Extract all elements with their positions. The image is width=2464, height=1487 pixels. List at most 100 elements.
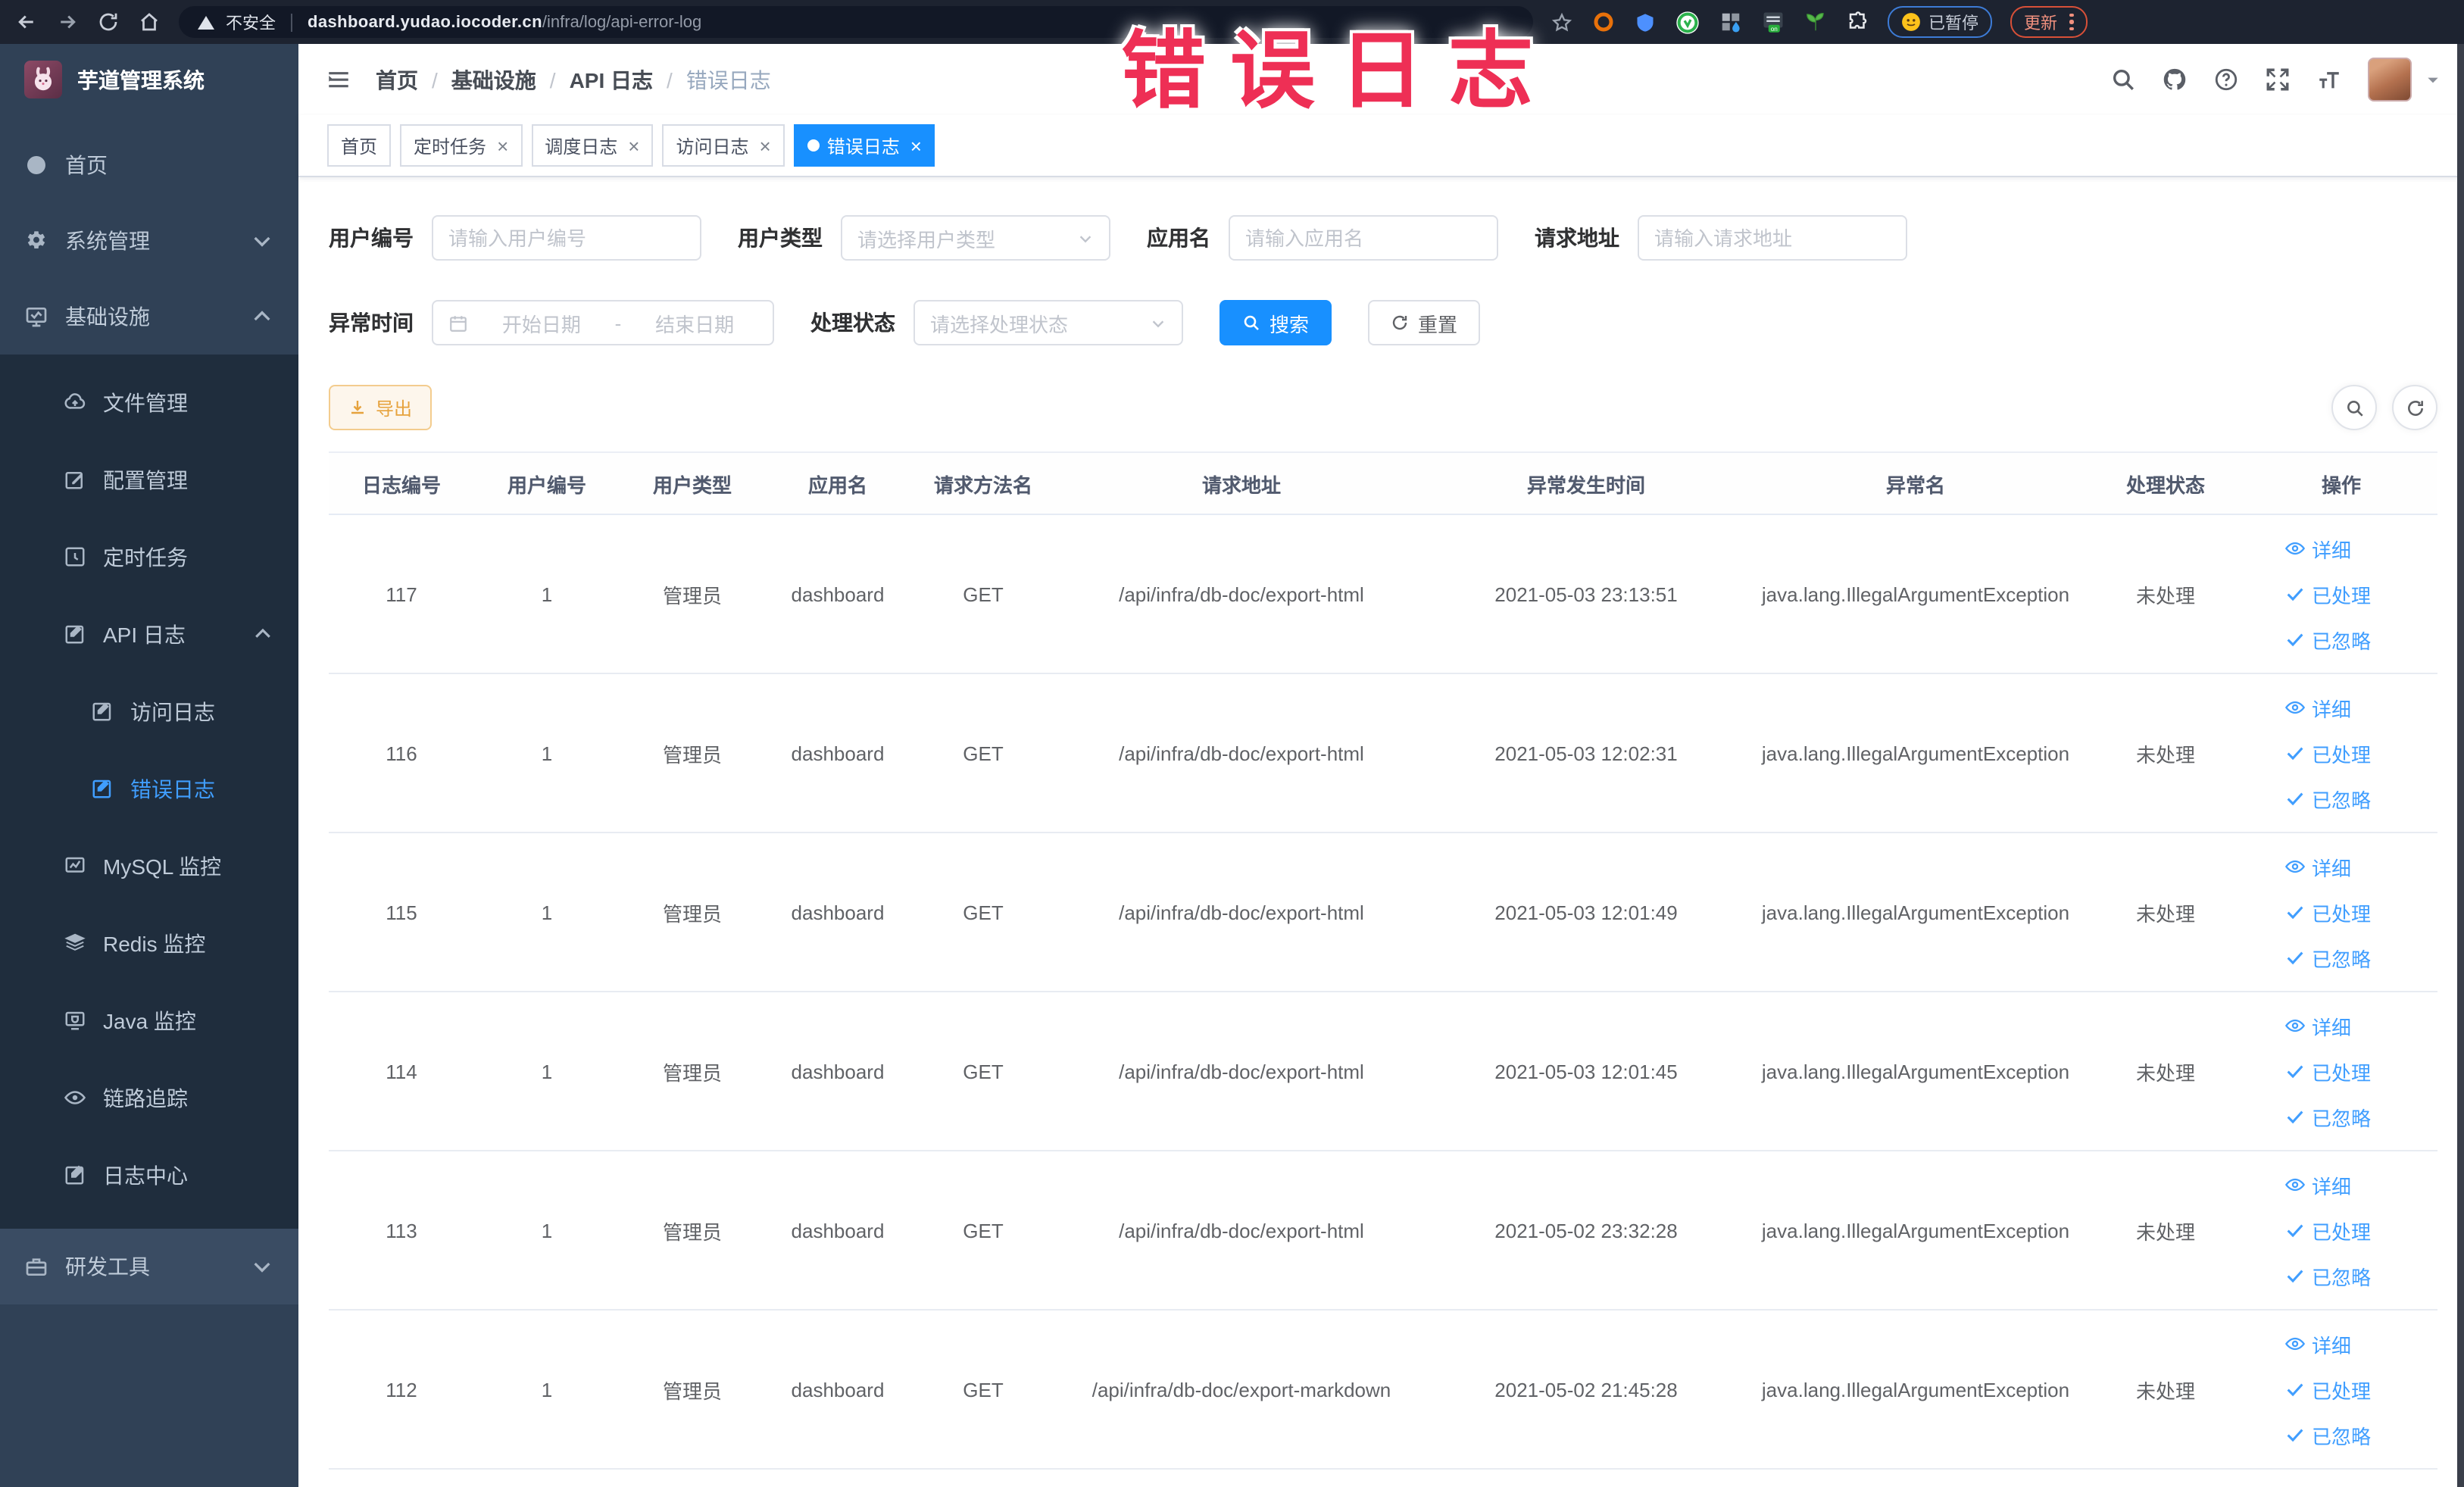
- browser-update-chip[interactable]: 更新: [2010, 6, 2087, 38]
- sidebar-item-trace[interactable]: 链路追踪: [0, 1059, 298, 1136]
- url-text: dashboard.yudao.iocoder.cn/infra/log/api…: [308, 13, 701, 31]
- breadcrumb-item[interactable]: API 日志: [570, 64, 653, 95]
- sidebar-item-api-log[interactable]: API 日志: [0, 595, 298, 673]
- user-avatar[interactable]: [2368, 58, 2412, 102]
- extension-green-circle-icon[interactable]: [1675, 10, 1700, 34]
- sidebar-item-error-log[interactable]: 错误日志: [0, 750, 298, 827]
- app-name-input[interactable]: [1229, 215, 1498, 261]
- breadcrumb-separator: /: [432, 67, 438, 92]
- sidebar-item-java-monitor[interactable]: Java 监控: [0, 982, 298, 1059]
- extension-shield-icon[interactable]: [1633, 10, 1657, 34]
- tab-access-log[interactable]: 访问日志 ×: [662, 124, 785, 167]
- mark-processed-link[interactable]: 已处理: [2284, 1216, 2371, 1245]
- sidebar-item-system[interactable]: 系统管理: [0, 203, 298, 279]
- log-edit-icon: [65, 625, 84, 644]
- app-logo[interactable]: 芋道管理系统: [0, 44, 298, 115]
- detail-link[interactable]: 详细: [2284, 852, 2351, 881]
- tab-schedule-log[interactable]: 调度日志 ×: [531, 124, 654, 167]
- sidebar-item-scheduled-jobs[interactable]: 定时任务: [0, 518, 298, 595]
- sidebar-item-label: 首页: [65, 153, 108, 177]
- detail-link[interactable]: 详细: [2284, 1329, 2351, 1358]
- reload-icon[interactable]: [97, 11, 120, 33]
- sidebar-item-mysql-monitor[interactable]: MySQL 监控: [0, 827, 298, 904]
- extension-ublock-icon[interactable]: on: [1760, 10, 1785, 34]
- select-placeholder: 请选择处理状态: [930, 313, 1069, 336]
- refresh-table-button[interactable]: [2392, 385, 2437, 430]
- mark-processed-link[interactable]: 已处理: [2284, 739, 2371, 767]
- sidebar-item-file-manage[interactable]: 文件管理: [0, 364, 298, 441]
- check-icon: [2287, 906, 2303, 920]
- sidebar-item-config-manage[interactable]: 配置管理: [0, 441, 298, 518]
- sidebar-item-infra[interactable]: 基础设施: [0, 279, 298, 355]
- close-icon[interactable]: ×: [760, 136, 771, 155]
- sidebar-item-label: API 日志: [103, 622, 186, 646]
- page-scrollbar[interactable]: [2457, 44, 2464, 1487]
- cell-log-id: 117: [386, 583, 417, 605]
- caret-down-icon[interactable]: [2425, 72, 2441, 87]
- back-icon[interactable]: [15, 11, 38, 33]
- export-button[interactable]: 导出: [329, 385, 433, 430]
- chevron-up-icon: [255, 628, 270, 638]
- breadcrumb-item[interactable]: 首页: [376, 64, 418, 95]
- mark-ignored-link[interactable]: 已忽略: [2284, 784, 2371, 813]
- detail-link[interactable]: 详细: [2284, 1011, 2351, 1040]
- user-type-select[interactable]: 请选择用户类型: [841, 215, 1110, 261]
- home-icon[interactable]: [138, 11, 161, 33]
- url-path: /infra/log/api-error-log: [542, 13, 702, 31]
- extensions-puzzle-icon[interactable]: [1845, 10, 1869, 34]
- detail-link[interactable]: 详细: [2284, 693, 2351, 722]
- mark-processed-link[interactable]: 已处理: [2284, 898, 2371, 926]
- mark-processed-link[interactable]: 已处理: [2284, 1057, 2371, 1086]
- check-icon: [2287, 747, 2303, 761]
- check-icon: [2287, 1224, 2303, 1238]
- chevron-down-icon: [254, 1262, 270, 1273]
- detail-link[interactable]: 详细: [2284, 1170, 2351, 1199]
- sidebar-item-home[interactable]: 首页: [0, 127, 298, 203]
- cell-request-method: GET: [963, 1060, 1004, 1082]
- close-icon[interactable]: ×: [910, 136, 922, 155]
- browser-menu-icon[interactable]: [2069, 13, 2073, 31]
- fullscreen-icon[interactable]: [2265, 67, 2291, 92]
- hamburger-icon[interactable]: [326, 67, 351, 92]
- close-icon[interactable]: ×: [628, 136, 639, 155]
- font-size-icon[interactable]: [2316, 67, 2342, 92]
- close-icon[interactable]: ×: [497, 136, 508, 155]
- breadcrumb-item[interactable]: 基础设施: [451, 64, 536, 95]
- tab-label: 错误日志: [826, 136, 900, 157]
- cell-user-id: 1: [541, 742, 553, 764]
- extension-orange-icon[interactable]: [1591, 10, 1615, 34]
- request-url-input[interactable]: [1638, 215, 1907, 261]
- tab-scheduled-jobs[interactable]: 定时任务 ×: [400, 124, 523, 167]
- cell-user-type: 管理员: [662, 1379, 722, 1402]
- mark-ignored-link[interactable]: 已忽略: [2284, 1261, 2371, 1290]
- mark-processed-link[interactable]: 已处理: [2284, 1375, 2371, 1404]
- column-header: 应用名: [807, 473, 867, 496]
- sidebar-item-access-log[interactable]: 访问日志: [0, 673, 298, 750]
- sidebar-item-redis-monitor[interactable]: Redis 监控: [0, 904, 298, 982]
- user-id-input[interactable]: [432, 215, 701, 261]
- exception-time-range-picker[interactable]: 开始日期 - 结束日期: [432, 300, 774, 345]
- tab-error-log[interactable]: 错误日志 ×: [793, 124, 935, 167]
- search-button[interactable]: 搜索: [1220, 300, 1332, 345]
- help-icon[interactable]: [2213, 67, 2239, 92]
- extension-grid-icon[interactable]: [1718, 10, 1742, 34]
- profile-paused-chip[interactable]: 已暂停: [1888, 6, 1992, 38]
- toggle-search-button[interactable]: [2331, 385, 2377, 430]
- mark-processed-link[interactable]: 已处理: [2284, 579, 2371, 608]
- search-icon[interactable]: [2110, 67, 2136, 92]
- tab-home[interactable]: 首页: [327, 124, 392, 167]
- detail-link[interactable]: 详细: [2284, 534, 2351, 563]
- tab-label: 访问日志: [676, 136, 749, 157]
- sidebar-item-dev-tools[interactable]: 研发工具: [0, 1229, 298, 1304]
- process-status-select[interactable]: 请选择处理状态: [913, 300, 1183, 345]
- mark-ignored-link[interactable]: 已忽略: [2284, 1420, 2371, 1449]
- mark-ignored-link[interactable]: 已忽略: [2284, 625, 2371, 654]
- mark-ignored-link[interactable]: 已忽略: [2284, 1102, 2371, 1131]
- mark-ignored-link[interactable]: 已忽略: [2284, 943, 2371, 972]
- reset-button[interactable]: 重置: [1368, 300, 1481, 345]
- eye-icon: [2284, 1337, 2306, 1351]
- sidebar-item-log-center[interactable]: 日志中心: [0, 1136, 298, 1214]
- forward-icon[interactable]: [56, 11, 79, 33]
- github-icon[interactable]: [2162, 67, 2188, 92]
- extension-sprout-icon[interactable]: [1803, 10, 1827, 34]
